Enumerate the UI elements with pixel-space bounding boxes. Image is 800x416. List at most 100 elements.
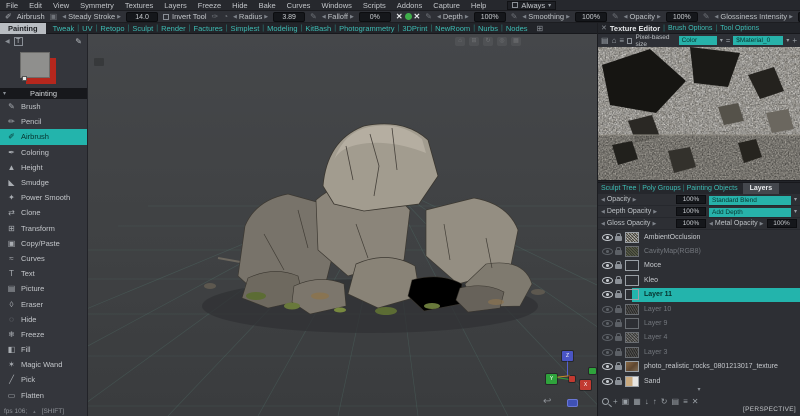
tab-photogrammetry[interactable]: Photogrammetry [336,24,397,33]
tab-sculpt-tree[interactable]: Sculpt Tree [601,185,636,192]
tab-painting-objects[interactable]: Painting Objects [687,185,738,192]
layer-lock-icon[interactable] [615,279,622,284]
layer-row[interactable]: Layer 9 [598,316,800,330]
depth-inc[interactable]: ▶ [465,14,469,20]
depth-value[interactable]: 100% [474,12,506,22]
tab-newroom[interactable]: NewRoom [432,24,473,33]
layer-lock-icon[interactable] [615,351,622,356]
layer-opacity-label[interactable]: Opacity [607,196,631,203]
tab-brush-options[interactable]: Brush Options [668,25,712,32]
pixel-based-checkbox[interactable] [627,38,632,44]
tab-painting-active[interactable]: Painting [0,23,46,34]
layer-row[interactable]: photo_realistic_rocks_0801213017_texture [598,360,800,374]
layer-visibility-icon[interactable] [602,349,613,356]
tab-texture-editor[interactable]: Texture Editor [610,24,660,33]
invert-tool-toggle[interactable]: Invert Tool [163,12,206,21]
tab-render[interactable]: Render [158,24,189,33]
layer-row[interactable]: AmbientOcclusion [598,230,800,244]
menu-bake[interactable]: Bake [259,1,276,10]
smoothing-value[interactable]: 100% [575,12,607,22]
always-checkbox[interactable] [512,2,518,8]
viewport-3d[interactable]: ⌂ ⊞ ↻ ◎ ▦ Z Y X ↩ [88,34,597,416]
undo-icon[interactable]: ↩ [543,396,551,407]
depth-opacity-label[interactable]: Depth Opacity [607,208,651,215]
pen-curve-icon[interactable]: ✎ [612,13,619,21]
layer-thumbnail[interactable] [625,289,639,300]
tool-clone[interactable]: ⇄Clone [0,205,87,220]
layer-row[interactable]: Layer 4 [598,331,800,345]
gizmo-neg-x-cube[interactable] [569,376,575,382]
layer-lock-icon[interactable] [615,293,622,298]
home-icon[interactable]: ⌂ [612,36,617,45]
depth-label[interactable]: Depth [443,12,463,21]
duplicate-layer-icon[interactable]: ▣ [622,397,630,406]
tab-modeling[interactable]: Modeling [264,24,300,33]
search-icon[interactable] [602,398,609,405]
menu-hide[interactable]: Hide [232,1,247,10]
tool-flatten[interactable]: ▭Flatten [0,388,87,403]
tool-power-smooth[interactable]: ✦Power Smooth [0,190,87,205]
layer-visibility-icon[interactable] [602,234,613,241]
layer-thumbnail[interactable] [625,304,639,315]
texture-preview[interactable] [598,47,800,180]
home-view-icon[interactable]: ⌂ [455,37,465,46]
radius-dec[interactable]: ◀ [233,14,237,20]
tool-smudge[interactable]: ◣Smudge [0,175,87,190]
opacity-inc[interactable]: ▶ [657,14,661,20]
color-swatch-area[interactable] [0,50,87,86]
opacity-dec[interactable]: ◀ [624,14,628,20]
layer-lock-icon[interactable] [615,322,622,327]
glossiness-inc[interactable]: ▶ [789,14,793,20]
radius-inc[interactable]: ▶ [264,14,268,20]
steady-stroke-label[interactable]: Steady Stroke [68,12,115,21]
pen-curve-icon[interactable]: ✎ [703,13,710,21]
tool-copy-paste[interactable]: ▣Copy/Paste [0,236,87,251]
layer-row[interactable]: Layer 10 [598,302,800,316]
tab-kitbash[interactable]: KitBash [302,24,334,33]
steady-stroke-inc[interactable]: ▶ [117,14,121,20]
menu-icon[interactable]: ≡ [619,36,624,45]
add-material-icon[interactable]: + [792,36,797,45]
layer-thumbnail[interactable] [625,232,639,243]
menu-addons[interactable]: Addons [397,1,422,10]
falloff-value[interactable]: 0% [359,12,391,22]
add-workspace-icon[interactable]: ⊞ [537,24,544,33]
close-icon[interactable]: ✕ [601,24,607,32]
file-icon[interactable]: ▤ [601,36,609,45]
tab-uv[interactable]: UV [79,24,95,33]
menu-layers[interactable]: Layers [164,1,187,10]
radius-label[interactable]: Radius [239,12,262,21]
layer-visibility-icon[interactable] [602,378,613,385]
blend-mode-dropdown[interactable]: Standard Blend [709,196,791,205]
frame-view-icon[interactable]: ⊞ [469,37,479,46]
falloff-dec[interactable]: ◀ [322,14,326,20]
merge-layer-icon[interactable]: ▦ [633,397,641,406]
layer-thumbnail[interactable] [625,332,639,343]
smoothing-dec[interactable]: ◀ [522,14,526,20]
depth-dec[interactable]: ◀ [437,14,441,20]
material-dropdown[interactable]: $Material_0 [733,36,783,45]
text-tool-icon[interactable]: T [14,37,23,46]
tab-nodes[interactable]: Nodes [503,24,531,33]
gloss-opacity-value[interactable]: 100% [676,219,706,228]
layer-thumbnail[interactable] [625,376,639,387]
depth-mode-dropdown[interactable]: Add Depth [709,208,791,217]
layer-row[interactable]: Moce [598,259,800,273]
layer-lock-icon[interactable] [615,250,622,255]
collapse-icon[interactable]: ◀ [5,38,10,45]
tool-text[interactable]: TText [0,266,87,281]
smoothing-label[interactable]: Smoothing [528,12,564,21]
stylus-lock-icon[interactable]: ◔ [223,13,228,21]
pen-curve-icon[interactable]: ✎ [310,13,317,21]
layer-row[interactable]: CavityMap(RGB8) [598,244,800,258]
tool-brush[interactable]: ✎Brush [0,99,87,114]
primary-color-swatch[interactable] [20,52,50,78]
tab-sculpt[interactable]: Sculpt [129,24,156,33]
layer-visibility-icon[interactable] [602,334,613,341]
grid-view-icon[interactable]: ▦ [511,37,521,46]
opacity-dec[interactable]: ◀ [601,197,605,203]
layer-lock-icon[interactable] [615,264,622,269]
tool-freeze[interactable]: ❄Freeze [0,327,87,342]
camera-preset-icon[interactable] [567,399,578,407]
glossiness-label[interactable]: Glossiness Intensity [720,12,787,21]
